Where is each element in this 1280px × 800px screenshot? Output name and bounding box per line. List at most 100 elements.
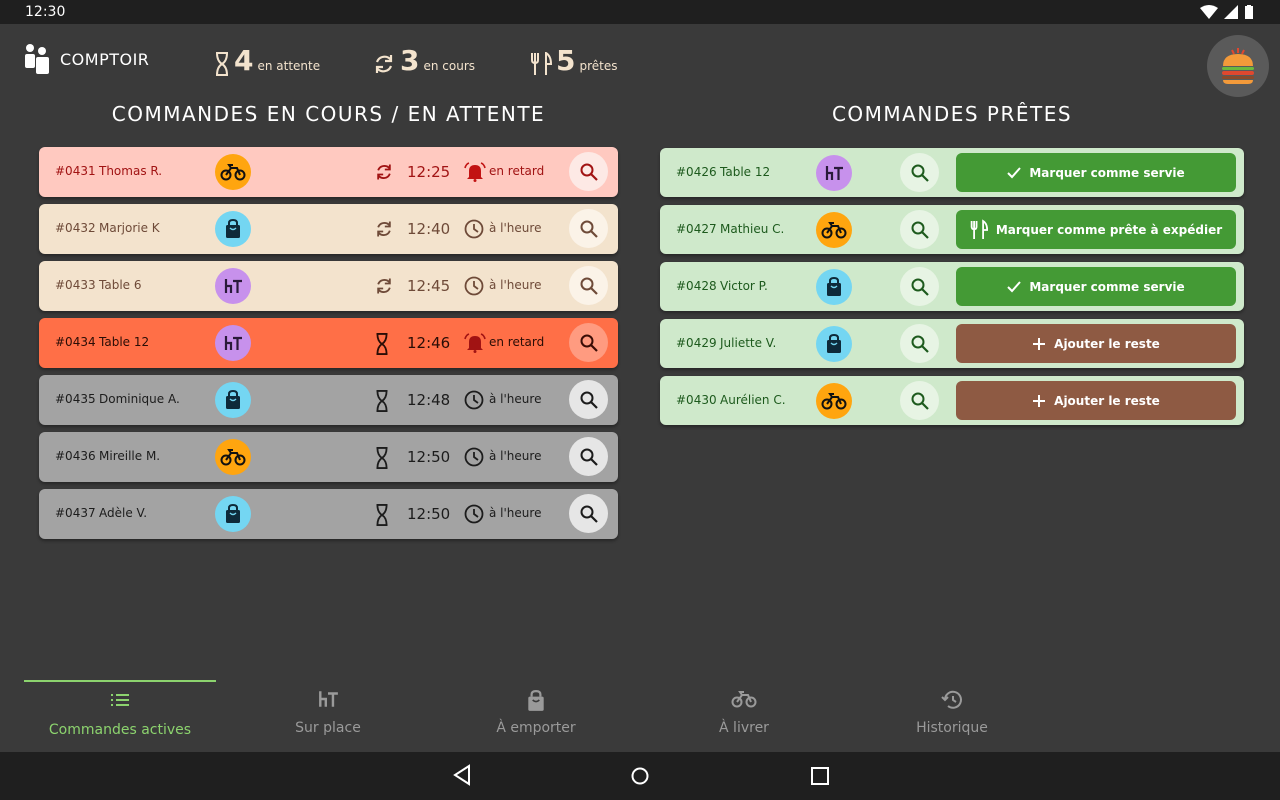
search-button[interactable] bbox=[569, 437, 608, 476]
search-button[interactable] bbox=[900, 153, 939, 192]
ready-order-row[interactable]: #0426 Table 12 Marquer comme servie bbox=[660, 148, 1244, 197]
check-icon bbox=[1007, 166, 1022, 178]
search-button[interactable] bbox=[569, 152, 608, 191]
counter-ready: 5 prêtes bbox=[530, 44, 618, 77]
wifi-icon bbox=[1200, 5, 1218, 19]
search-button[interactable] bbox=[569, 209, 608, 248]
order-row[interactable]: #0435 Dominique A. 12:48 à l'heure bbox=[39, 375, 618, 425]
ready-count: 5 bbox=[556, 44, 576, 77]
history-icon bbox=[856, 690, 1048, 710]
order-row[interactable]: #0431 Thomas R. 12:25 en retard bbox=[39, 147, 618, 197]
order-time: 12:48 bbox=[407, 391, 451, 409]
order-row[interactable]: #0433 Table 6 12:45 à l'heure bbox=[39, 261, 618, 311]
mark-served-button[interactable]: Marquer comme servie bbox=[956, 267, 1236, 306]
order-time: 12:45 bbox=[407, 277, 451, 295]
counter-waiting: 4 en attente bbox=[214, 44, 320, 77]
search-icon bbox=[580, 277, 598, 295]
search-button[interactable] bbox=[900, 267, 939, 306]
order-id: #0429 bbox=[676, 336, 717, 350]
takeaway-badge bbox=[215, 211, 251, 247]
delivery-badge bbox=[215, 154, 251, 190]
search-icon bbox=[580, 220, 598, 238]
search-button[interactable] bbox=[569, 266, 608, 305]
hourglass-icon bbox=[214, 52, 230, 80]
search-button[interactable] bbox=[569, 494, 608, 533]
search-icon bbox=[580, 334, 598, 352]
bag-icon bbox=[226, 219, 240, 238]
clock-icon bbox=[464, 219, 484, 243]
refresh-icon bbox=[374, 162, 394, 186]
order-id: #0427 bbox=[676, 222, 717, 236]
tab-delivery[interactable]: À livrer bbox=[648, 680, 840, 752]
ready-order-row[interactable]: #0428 Victor P. Marquer comme servie bbox=[660, 262, 1244, 311]
search-button[interactable] bbox=[569, 323, 608, 362]
tab-dine-in[interactable]: Sur place bbox=[232, 680, 424, 752]
counter-in-progress: 3 en cours bbox=[372, 44, 475, 77]
search-icon bbox=[911, 278, 929, 296]
plus-icon bbox=[1033, 337, 1046, 350]
order-timing: à l'heure bbox=[489, 221, 542, 235]
search-icon bbox=[911, 392, 929, 410]
search-button[interactable] bbox=[900, 324, 939, 363]
clock-icon bbox=[464, 504, 484, 528]
action-label: Marquer comme servie bbox=[1029, 165, 1185, 180]
order-name: Mireille M. bbox=[99, 449, 161, 463]
refresh-icon bbox=[374, 276, 394, 300]
in-progress-label: en cours bbox=[423, 59, 476, 73]
order-time: 12:46 bbox=[407, 334, 451, 352]
refresh-icon bbox=[372, 52, 396, 80]
order-row[interactable]: #0432 Marjorie K 12:40 à l'heure bbox=[39, 204, 618, 254]
bag-icon bbox=[440, 690, 632, 712]
bell-alert-icon bbox=[464, 162, 486, 186]
search-icon bbox=[911, 335, 929, 353]
search-button[interactable] bbox=[900, 210, 939, 249]
order-id: #0426 bbox=[676, 165, 717, 179]
tab-takeaway[interactable]: À emporter bbox=[440, 680, 632, 752]
hourglass-icon bbox=[374, 504, 390, 530]
order-timing: en retard bbox=[489, 335, 545, 349]
signal-icon bbox=[1224, 5, 1238, 19]
mark-served-button[interactable]: Marquer comme servie bbox=[956, 153, 1236, 192]
hourglass-icon bbox=[374, 447, 390, 473]
order-row[interactable]: #0437 Adèle V. 12:50 à l'heure bbox=[39, 489, 618, 539]
ready-order-row[interactable]: #0429 Juliette V. Ajouter le reste bbox=[660, 319, 1244, 368]
mark-ready-to-ship-button[interactable]: Marquer comme prête à expédier bbox=[956, 210, 1236, 249]
ready-order-row[interactable]: #0427 Mathieu C. Marquer comme prête à e… bbox=[660, 205, 1244, 254]
back-icon[interactable] bbox=[452, 764, 472, 790]
bag-icon bbox=[827, 334, 841, 353]
table-icon bbox=[825, 166, 843, 180]
order-name: Victor P. bbox=[720, 279, 768, 293]
status-time: 12:30 bbox=[25, 4, 66, 20]
add-remaining-button[interactable]: Ajouter le reste bbox=[956, 381, 1236, 420]
tab-label: À emporter bbox=[496, 720, 576, 736]
search-icon bbox=[911, 221, 929, 239]
hourglass-icon bbox=[374, 333, 390, 359]
order-timing: à l'heure bbox=[489, 278, 542, 292]
avatar[interactable] bbox=[1207, 35, 1269, 97]
order-time: 12:50 bbox=[407, 505, 451, 523]
ready-label: prêtes bbox=[579, 59, 618, 73]
action-label: Marquer comme prête à expédier bbox=[995, 222, 1223, 237]
dine-in-badge bbox=[215, 268, 251, 304]
tab-active-orders[interactable]: Commandes actives bbox=[24, 680, 216, 752]
bottom-navigation: Commandes actives Sur place À emporter À… bbox=[0, 680, 1280, 752]
order-row[interactable]: #0434 Table 12 12:46 en retard bbox=[39, 318, 618, 368]
home-icon[interactable] bbox=[630, 764, 650, 790]
search-button[interactable] bbox=[900, 381, 939, 420]
in-progress-section-title: COMMANDES EN COURS / EN ATTENTE bbox=[111, 102, 546, 126]
plus-icon bbox=[1033, 394, 1046, 407]
order-row[interactable]: #0436 Mireille M. 12:50 à l'heure bbox=[39, 432, 618, 482]
takeaway-badge bbox=[215, 496, 251, 532]
order-id: #0434 bbox=[55, 335, 96, 349]
ready-order-row[interactable]: #0430 Aurélien C. Ajouter le reste bbox=[660, 376, 1244, 425]
tab-label: Sur place bbox=[295, 720, 361, 736]
search-button[interactable] bbox=[569, 380, 608, 419]
status-bar: 12:30 bbox=[0, 0, 1280, 24]
add-remaining-button[interactable]: Ajouter le reste bbox=[956, 324, 1236, 363]
bike-icon bbox=[220, 449, 246, 466]
clock-icon bbox=[464, 447, 484, 471]
delivery-badge bbox=[816, 212, 852, 248]
recents-icon[interactable] bbox=[810, 764, 830, 790]
order-id: #0435 bbox=[55, 392, 96, 406]
tab-history[interactable]: Historique bbox=[856, 680, 1048, 752]
